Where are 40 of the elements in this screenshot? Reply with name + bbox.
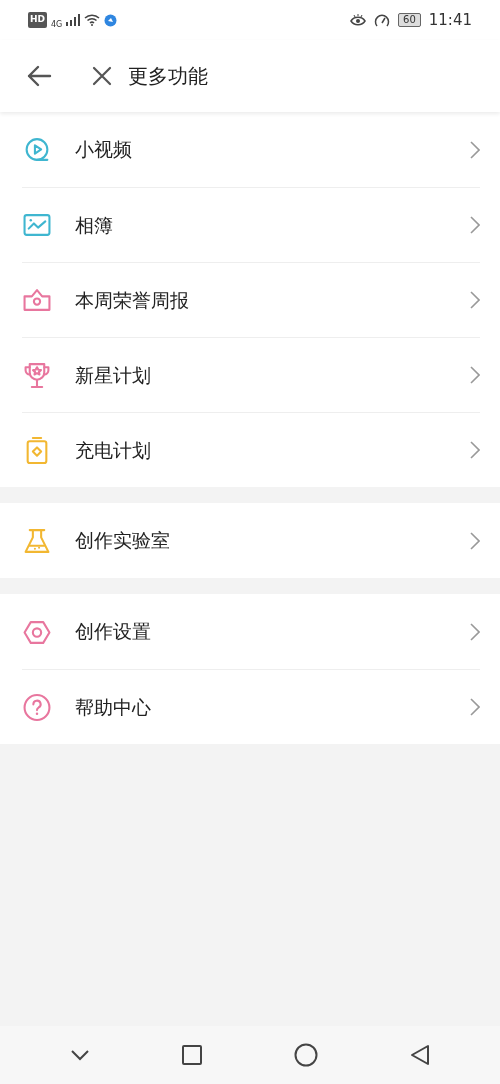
menu-item-label: 小视频 <box>75 137 133 163</box>
hd-badge: HD <box>28 12 47 28</box>
chevron-right-icon <box>470 291 480 309</box>
page-title: 更多功能 <box>128 63 208 90</box>
menu-item-label: 创作设置 <box>75 619 152 645</box>
clock-time: 11:41 <box>428 9 472 31</box>
chevron-right-icon <box>470 366 480 384</box>
chevron-right-icon <box>470 622 480 641</box>
chevron-right-icon <box>470 531 480 550</box>
menu-item[interactable]: 小视频 <box>0 112 500 187</box>
wifi-icon <box>84 14 101 26</box>
menu-item-label: 帮助中心 <box>75 694 152 720</box>
speedometer-icon <box>374 13 391 27</box>
app-notification-icon <box>104 13 118 27</box>
menu-item-label: 本周荣誉周报 <box>75 287 190 313</box>
menu-item[interactable]: 相簿 <box>0 187 500 262</box>
menu-item-label: 创作实验室 <box>75 528 171 554</box>
back-icon[interactable] <box>26 65 52 87</box>
collapse-icon[interactable] <box>70 1049 90 1061</box>
chevron-right-icon <box>470 216 480 234</box>
menu-item[interactable]: 创作实验室 <box>0 503 500 578</box>
menu-item-label: 新星计划 <box>75 362 152 388</box>
menu-item[interactable]: 新星计划 <box>0 337 500 412</box>
menu-item[interactable]: 帮助中心 <box>0 669 500 744</box>
signal-icon <box>66 14 81 26</box>
eye-icon <box>350 14 367 26</box>
chevron-right-icon <box>470 140 480 159</box>
chevron-right-icon <box>470 698 480 716</box>
chevron-right-icon <box>470 441 480 459</box>
menu-item[interactable]: 本周荣誉周报 <box>0 262 500 337</box>
menu-item[interactable]: 充电计划 <box>0 412 500 487</box>
menu-item-label: 充电计划 <box>75 437 152 463</box>
battery-indicator: 60 <box>398 13 421 27</box>
menu-item[interactable]: 创作设置 <box>0 594 500 669</box>
close-icon[interactable] <box>92 66 112 86</box>
menu-item-label: 相簿 <box>75 212 114 238</box>
back-nav-icon[interactable] <box>410 1044 430 1066</box>
network-type: 4G <box>51 18 63 31</box>
recents-icon[interactable] <box>182 1045 202 1065</box>
home-icon[interactable] <box>294 1043 318 1067</box>
